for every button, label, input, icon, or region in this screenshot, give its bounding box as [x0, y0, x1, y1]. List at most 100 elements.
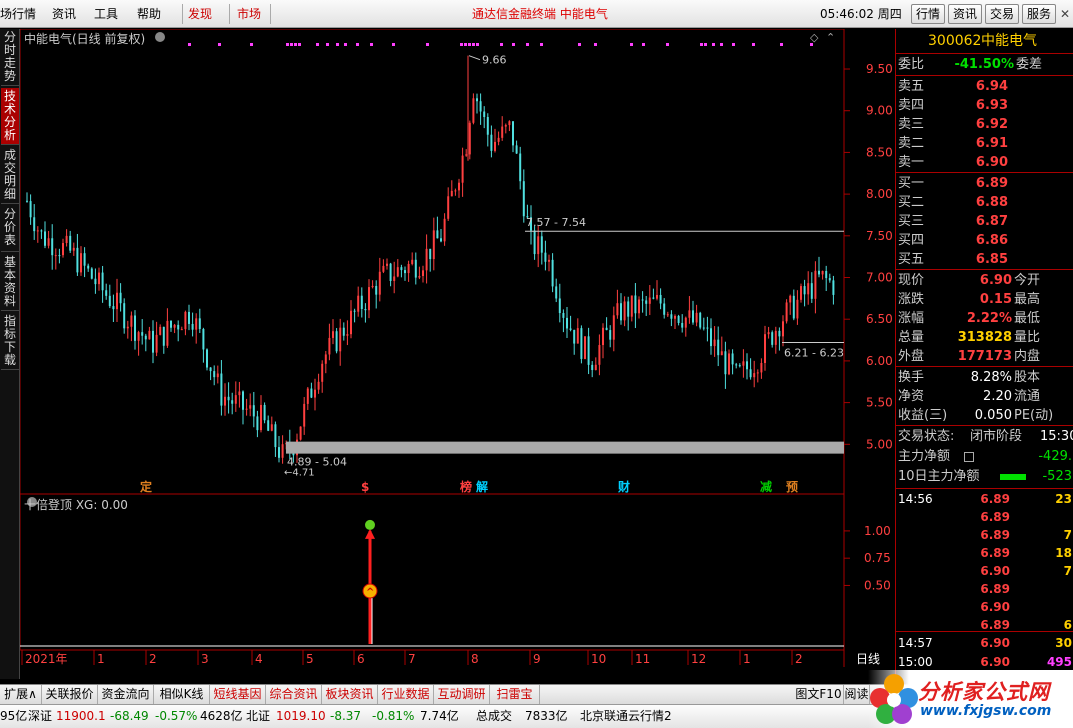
stat-row: 净资 2.20 流通	[896, 387, 1073, 406]
info-dot	[250, 43, 253, 46]
sell-row: 卖二 6.91	[896, 134, 1073, 153]
menu-help[interactable]: 帮助	[137, 0, 161, 28]
func-button[interactable]: 资金流向	[98, 685, 154, 704]
event-marker[interactable]: 榜	[460, 479, 472, 494]
f10-button[interactable]: 图文F10	[794, 685, 844, 704]
collapse-icon[interactable]: ⌃	[826, 31, 835, 44]
sub-indicator-title: 十倍登顶 XG: 0.00	[24, 498, 128, 512]
candle-body	[764, 334, 766, 363]
func-button[interactable]: 短线基因	[210, 685, 266, 704]
trade-state-value: 闭市阶段	[970, 429, 1023, 444]
tick-row: 6.89 18	[896, 544, 1073, 563]
quotes-button[interactable]: 行情	[911, 4, 945, 24]
diamond-icon[interactable]: ◇	[810, 31, 819, 44]
candle-body	[245, 408, 248, 410]
event-marker[interactable]: 减	[760, 479, 772, 494]
candle-body	[699, 312, 702, 328]
candle-body	[767, 332, 770, 335]
x-axis-label: 6	[357, 652, 365, 666]
candle-body	[404, 270, 406, 274]
candle-body	[112, 306, 115, 310]
candle-body	[717, 339, 720, 356]
quote-value: 0.15	[979, 292, 1012, 307]
tab-technical-analysis[interactable]: 技术分析	[1, 88, 19, 145]
x-axis-label: 5	[306, 652, 314, 666]
candle-body	[436, 230, 439, 239]
tab-indicator-download[interactable]: 指标下载	[1, 313, 19, 370]
tab-trade-details[interactable]: 成交明细	[1, 147, 19, 204]
func-button[interactable]: 互动调研	[434, 685, 490, 704]
candle-body	[749, 369, 752, 378]
candle-body	[638, 299, 640, 314]
candle-body	[72, 247, 75, 251]
event-marker[interactable]: 预	[786, 480, 798, 494]
candle-body	[681, 322, 684, 328]
tab-price-table[interactable]: 分价表	[1, 206, 19, 252]
func-button[interactable]: 扩展∧	[0, 685, 42, 704]
dropdown-icon[interactable]	[155, 32, 165, 42]
func-button[interactable]: 行业数据	[378, 685, 434, 704]
chart-title: 中能电气(日线 前复权)	[24, 32, 146, 46]
candle-body	[209, 367, 212, 372]
func-button[interactable]: 板块资讯	[322, 685, 378, 704]
event-marker[interactable]: 财	[617, 479, 630, 494]
candle-body	[771, 332, 774, 345]
period-label[interactable]: 日线	[856, 652, 880, 666]
candle-body	[44, 231, 46, 246]
doc-icon[interactable]	[964, 452, 974, 462]
menu-quotes[interactable]: 场行情	[0, 0, 36, 28]
buy-price: 6.88	[975, 195, 1008, 210]
main-flow10-value: -523	[1042, 469, 1072, 484]
divider	[896, 172, 1073, 173]
support-band	[286, 441, 844, 454]
divider	[896, 425, 1073, 426]
candle-body	[724, 351, 727, 375]
flower-logo-icon	[870, 674, 918, 724]
window-close-icon[interactable]: ✕	[1058, 4, 1072, 24]
candle-body	[393, 276, 396, 281]
x-axis-label: 7	[408, 652, 416, 666]
candle-body	[576, 328, 579, 344]
sell-row: 卖一 6.90	[896, 153, 1073, 172]
status-bz-name: 北证	[246, 709, 271, 723]
menu-discover[interactable]: 发现	[188, 0, 212, 28]
service-button[interactable]: 服务	[1022, 4, 1056, 24]
candle-body	[270, 424, 273, 431]
sub-panel-frame	[20, 493, 845, 651]
candle-body	[432, 230, 435, 260]
event-marker[interactable]: 解	[476, 479, 488, 494]
tab-basic-info[interactable]: 基本资料	[1, 254, 19, 311]
candle-body	[713, 339, 716, 347]
window-title: 通达信金融终端 中能电气	[472, 7, 608, 21]
signal-arrow	[365, 528, 375, 539]
menu-tools[interactable]: 工具	[94, 0, 118, 28]
candle-body	[368, 287, 370, 311]
read-button[interactable]: 阅读	[844, 685, 870, 704]
func-button[interactable]: 关联报价	[42, 685, 98, 704]
candle-body	[659, 294, 662, 304]
func-button[interactable]: 综合资讯	[266, 685, 322, 704]
func-button[interactable]: 扫雷宝	[490, 685, 540, 704]
candle-body	[166, 320, 169, 346]
candle-body	[220, 373, 223, 406]
quote-row: 总量 313828 量比	[896, 328, 1073, 347]
stat-row: 换手 8.28% 股本	[896, 368, 1073, 387]
func-button[interactable]: 相似K线	[154, 685, 210, 704]
candle-body	[155, 334, 158, 353]
sell-label: 卖一	[898, 155, 925, 170]
trade-button[interactable]: 交易	[985, 4, 1019, 24]
menu-info[interactable]: 资讯	[52, 0, 76, 28]
candle-body	[126, 326, 129, 329]
event-marker[interactable]: 定	[140, 479, 152, 494]
chart-svg[interactable]: ◇ ⌃ 9.50 9.00 8.50 8.00 7.50 7.00 6.50 6.00 5.50 5.…	[20, 29, 895, 679]
candle-body	[443, 218, 446, 242]
weibi-value: -41.50%	[954, 57, 1014, 72]
event-marker[interactable]: $	[361, 480, 369, 494]
tick-price: 6.89	[980, 582, 1010, 596]
info-button[interactable]: 资讯	[948, 4, 982, 24]
info-dot	[810, 43, 813, 46]
menu-market[interactable]: 市场	[237, 0, 261, 28]
tab-timeshare[interactable]: 分时走势	[1, 29, 19, 86]
candle-body	[648, 297, 651, 304]
status-index-name: 深证	[28, 709, 53, 723]
